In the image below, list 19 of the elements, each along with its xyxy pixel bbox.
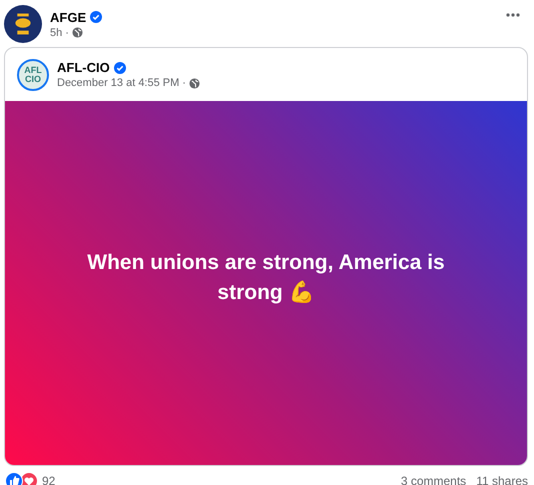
globe-icon <box>72 27 83 38</box>
post-time[interactable]: 5h <box>50 26 62 38</box>
globe-icon <box>188 78 200 88</box>
shares-count[interactable]: 11 shares <box>476 474 528 485</box>
post-time[interactable]: December 13 at 4:55 PM <box>57 77 180 89</box>
separator-dot: · <box>182 77 186 89</box>
author-name[interactable]: AFL-CIO <box>57 60 110 75</box>
comments-count[interactable]: 3 comments <box>400 474 466 485</box>
separator-dot: · <box>65 26 69 38</box>
more-options-icon[interactable] <box>506 13 520 17</box>
organization-logo[interactable]: AFL CIO <box>17 58 49 90</box>
reaction-icons[interactable] <box>5 472 39 485</box>
organization-avatar[interactable] <box>4 5 42 43</box>
author-name[interactable]: AFGE <box>50 10 86 24</box>
logo-text: CIO <box>24 74 41 84</box>
post-text: When unions are strong, America is strong 💪 <box>86 250 446 306</box>
reaction-count[interactable]: 92 <box>42 474 56 485</box>
logo-text: AFL <box>24 66 42 74</box>
shared-post-card[interactable]: AFL CIO AFL-CIO December 13 at 4:55 PM · When unions are strong, America is strong 💪 <box>4 47 528 466</box>
